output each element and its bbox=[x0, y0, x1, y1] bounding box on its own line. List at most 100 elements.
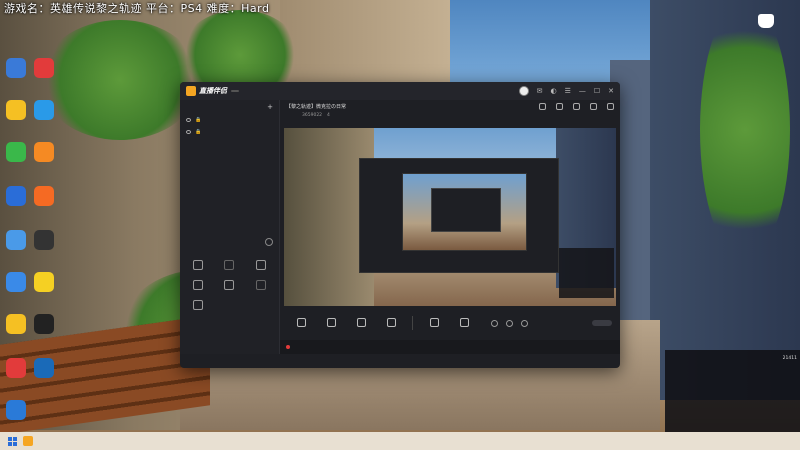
message-icon[interactable] bbox=[573, 103, 580, 110]
stream-title-row: 【黎之轨迹】微克拉の日常 bbox=[286, 103, 614, 110]
version-badge[interactable] bbox=[231, 90, 239, 92]
tool-item[interactable] bbox=[216, 280, 244, 292]
alert-dot-icon bbox=[286, 345, 290, 349]
desktop-shortcut[interactable] bbox=[2, 100, 30, 122]
app-icon bbox=[6, 400, 26, 420]
preview-chat-overlay bbox=[559, 248, 614, 298]
app-icon bbox=[6, 272, 26, 292]
share-screen-icon[interactable] bbox=[539, 103, 546, 110]
eye-icon[interactable] bbox=[186, 130, 191, 134]
app-logo: 直播伴侣 bbox=[186, 86, 239, 96]
desktop-shortcut[interactable] bbox=[30, 230, 58, 252]
maximize-icon[interactable]: ☐ bbox=[594, 87, 600, 95]
settings-gear-icon[interactable] bbox=[265, 238, 273, 246]
multimedia-button[interactable] bbox=[378, 317, 404, 329]
scene-tabs: + bbox=[180, 100, 279, 114]
tool-item[interactable] bbox=[184, 300, 212, 312]
lock-icon[interactable]: 🔒 bbox=[195, 129, 201, 135]
app-icon bbox=[6, 230, 26, 250]
settings-icon[interactable] bbox=[521, 319, 528, 327]
desktop-shortcut[interactable] bbox=[30, 100, 58, 122]
app-icon bbox=[6, 358, 26, 378]
cat-icon[interactable] bbox=[758, 14, 774, 28]
taskbar bbox=[0, 432, 800, 450]
desktop-shortcut[interactable] bbox=[30, 358, 58, 380]
live-streaming-app-window[interactable]: 直播伴侣 ✉ ◐ ☰ — ☐ ✕ + 🔒 🔒 【黎之轨迹】微克拉の日常 3659… bbox=[180, 82, 620, 368]
tool-item[interactable] bbox=[247, 280, 275, 292]
left-panel: + 🔒 🔒 bbox=[180, 100, 280, 354]
stream-meta-row: 3659022 4 bbox=[286, 113, 614, 118]
divider bbox=[412, 316, 413, 330]
streaming-app-taskbar-icon[interactable] bbox=[23, 436, 33, 446]
avatar[interactable] bbox=[518, 86, 529, 96]
tool-icon bbox=[256, 260, 267, 270]
phone-cast-button[interactable] bbox=[348, 317, 374, 329]
tool-item[interactable] bbox=[184, 280, 212, 292]
desktop-shortcut[interactable] bbox=[2, 142, 30, 164]
add-scene-icon[interactable]: + bbox=[267, 104, 273, 111]
eye-icon[interactable] bbox=[506, 319, 513, 327]
tool-icon bbox=[224, 260, 235, 270]
room-id: 3659022 bbox=[302, 113, 323, 118]
desktop-shortcut[interactable] bbox=[30, 314, 58, 336]
desktop-shortcut[interactable] bbox=[2, 230, 30, 252]
desktop-shortcut[interactable] bbox=[2, 314, 30, 336]
menu-icon[interactable]: ☰ bbox=[565, 87, 571, 95]
tool-icon bbox=[256, 280, 267, 290]
desktop-shortcut[interactable] bbox=[2, 58, 30, 80]
minimize-icon[interactable]: — bbox=[579, 87, 586, 95]
desktop-shortcut[interactable] bbox=[2, 400, 30, 422]
scene-item-fullscreen[interactable]: 🔒 bbox=[180, 126, 279, 138]
media-icon bbox=[386, 317, 396, 327]
lock-icon[interactable]: 🔒 bbox=[195, 117, 201, 123]
nested-preview-window bbox=[359, 158, 559, 273]
go-live-button[interactable] bbox=[592, 320, 612, 326]
windows-start-icon[interactable] bbox=[8, 436, 17, 446]
scene-item-text[interactable]: 🔒 bbox=[180, 114, 279, 126]
app-icon bbox=[34, 100, 54, 120]
eye-icon[interactable] bbox=[186, 118, 191, 122]
stream-preview[interactable] bbox=[284, 128, 616, 318]
title-bar: 直播伴侣 ✉ ◐ ☰ — ☐ ✕ bbox=[180, 82, 620, 100]
help-link[interactable] bbox=[286, 345, 293, 349]
camera-button[interactable] bbox=[318, 317, 344, 329]
game-info-overlay: 游戏名：英雄传说黎之轨迹 平台：PS4 难度：Hard bbox=[4, 2, 270, 15]
desktop-shortcut[interactable] bbox=[2, 186, 30, 208]
speaker-button[interactable] bbox=[451, 317, 477, 329]
record-icon[interactable] bbox=[556, 103, 563, 110]
app-icon bbox=[34, 272, 54, 292]
microphone-button[interactable] bbox=[421, 317, 447, 329]
app-icon bbox=[6, 314, 26, 334]
skin-icon[interactable]: ◐ bbox=[550, 87, 556, 95]
tool-item[interactable] bbox=[247, 260, 275, 272]
nested-preview-inner bbox=[402, 173, 527, 251]
bell-icon[interactable] bbox=[590, 103, 597, 110]
tool-item[interactable] bbox=[184, 260, 212, 272]
toolbox bbox=[180, 238, 279, 318]
mail-icon[interactable]: ✉ bbox=[537, 87, 543, 95]
live-chat-overlay: 21411 bbox=[665, 350, 800, 432]
wallpaper-foliage bbox=[40, 20, 200, 140]
app-icon bbox=[34, 230, 54, 250]
app-icon bbox=[34, 358, 54, 378]
tool-icon bbox=[224, 280, 235, 290]
desktop-shortcut[interactable] bbox=[30, 142, 58, 164]
app-icon bbox=[34, 186, 54, 206]
fans-count: 4 bbox=[327, 113, 330, 118]
desktop-shortcut[interactable] bbox=[2, 358, 30, 380]
screen-capture-button[interactable] bbox=[288, 317, 314, 329]
desktop-shortcut[interactable] bbox=[2, 272, 30, 294]
logo-icon bbox=[186, 86, 196, 96]
desktop-shortcut[interactable] bbox=[30, 58, 58, 80]
tool-item[interactable] bbox=[216, 260, 244, 272]
extra-controls bbox=[491, 319, 528, 327]
stream-title[interactable]: 【黎之轨迹】微克拉の日常 bbox=[286, 103, 346, 110]
tool-icon bbox=[192, 300, 203, 310]
share-icon[interactable] bbox=[607, 103, 614, 110]
desktop-shortcut[interactable] bbox=[30, 186, 58, 208]
desktop-shortcut[interactable] bbox=[30, 272, 58, 294]
video-icon[interactable] bbox=[491, 319, 498, 327]
total-count: 21411 bbox=[782, 356, 797, 361]
microphone-icon bbox=[429, 317, 439, 327]
close-icon[interactable]: ✕ bbox=[608, 87, 614, 95]
